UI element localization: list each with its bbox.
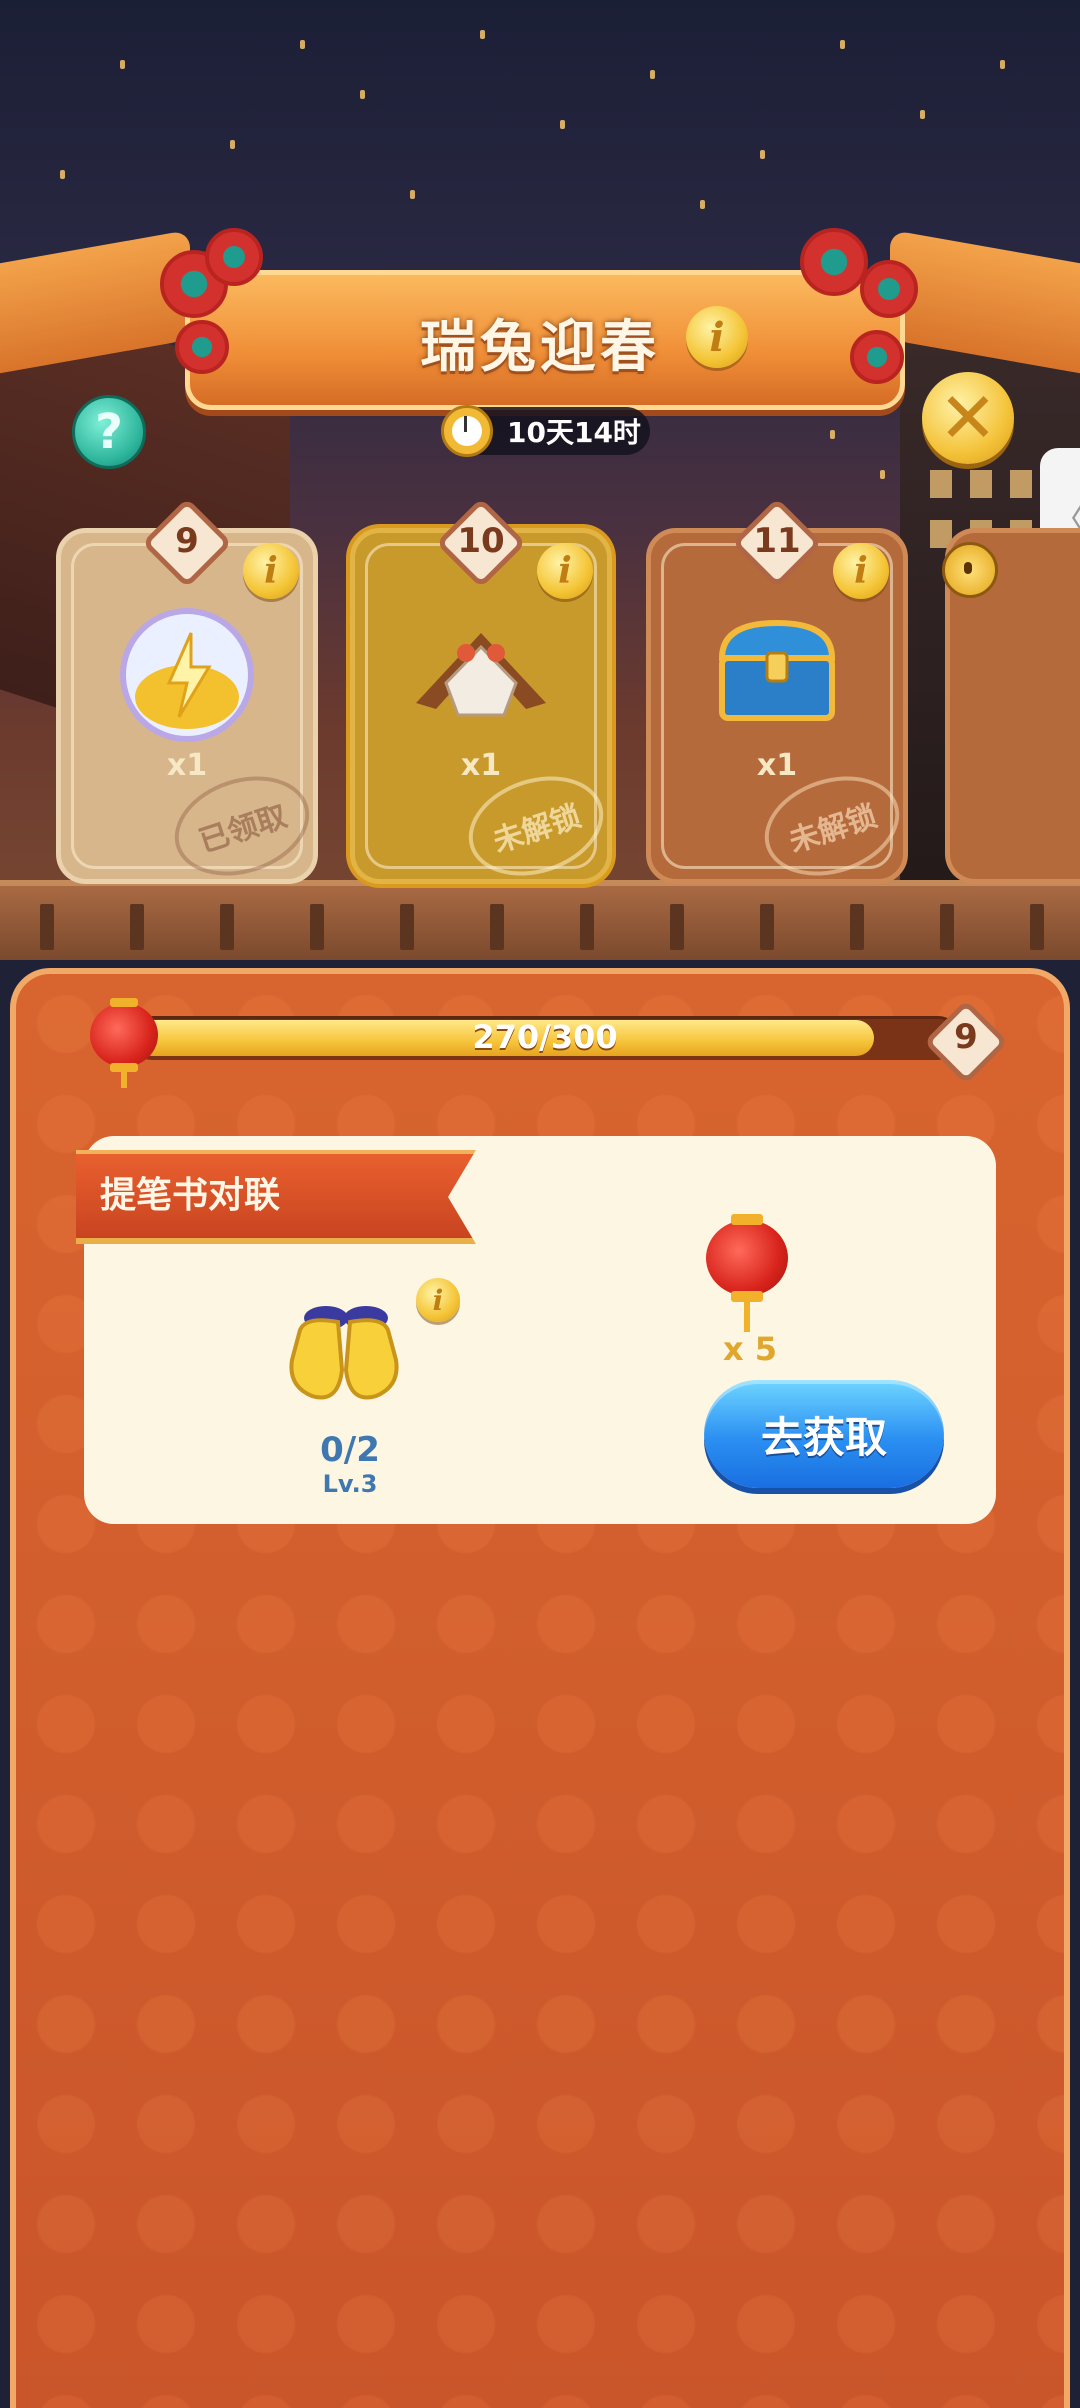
task-level: Lv.3 [322, 1470, 378, 1498]
reward-info-icon[interactable]: i [243, 543, 299, 599]
timer-text: 10天14时 [507, 416, 641, 449]
treasure-chest-icon [718, 619, 836, 721]
reward-card-level-10[interactable]: 10 i x1 未解锁 [350, 497, 617, 893]
decor-tent-icon [416, 633, 546, 717]
task-title: 提笔书对联 [100, 1175, 281, 1216]
title-info-icon[interactable]: i [686, 306, 748, 368]
golden-gloves-icon [289, 1306, 399, 1400]
reward-card-level-9[interactable]: 9 i x1 已领取 [56, 497, 323, 893]
target-level-number: 9 [954, 1017, 978, 1057]
reward-info-icon[interactable]: i [537, 543, 593, 599]
red-lantern-icon [706, 1213, 788, 1303]
go-get-button[interactable]: 去获取 [704, 1380, 944, 1488]
progress-text: 270/300 [472, 1018, 618, 1056]
flower-decoration-icon [205, 228, 263, 286]
page-title: 瑞兔迎春 [420, 315, 660, 380]
wooden-railing [0, 880, 1080, 958]
energy-orb-icon [120, 608, 254, 742]
close-icon: ✕ [938, 377, 998, 459]
reward-info-icon[interactable]: i [833, 543, 889, 599]
flower-decoration-icon [800, 228, 868, 296]
lock-icon [942, 542, 998, 598]
task-progress-count: 0/2 [320, 1430, 380, 1470]
reward-quantity: x 5 [722, 1330, 778, 1368]
reward-card-level-11[interactable]: 11 i x1 未解锁 [646, 497, 913, 893]
lantern-icon [90, 997, 158, 1073]
close-button[interactable]: ✕ [922, 372, 1014, 464]
event-timer: 10天14时 [441, 405, 650, 457]
help-button[interactable]: ? [72, 395, 146, 469]
question-icon: ? [95, 404, 123, 460]
stopwatch-icon [441, 405, 493, 457]
task-item-info-icon[interactable]: i [416, 1278, 460, 1322]
